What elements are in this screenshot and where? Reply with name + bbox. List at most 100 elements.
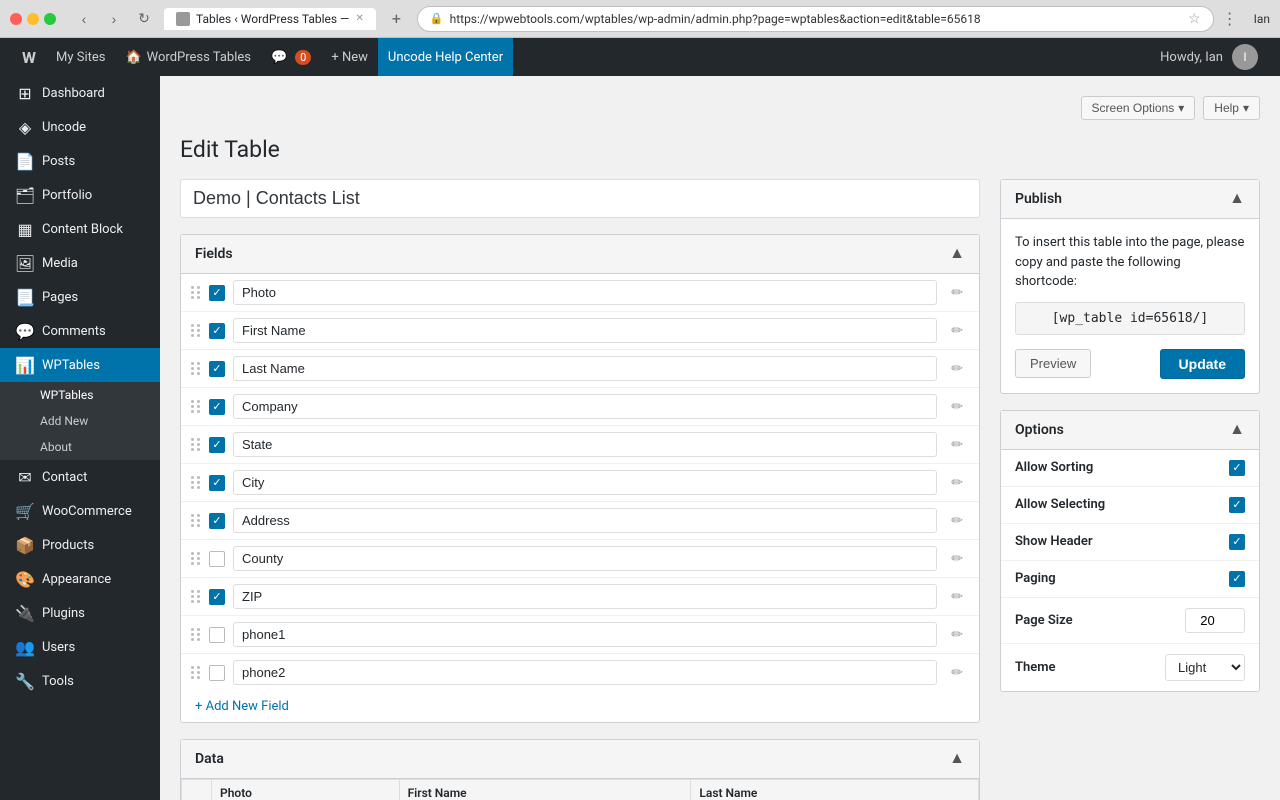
- table-name-input[interactable]: [180, 179, 980, 218]
- field-name-phone1[interactable]: [233, 622, 937, 647]
- help-button[interactable]: Help ▾: [1203, 96, 1260, 120]
- field-edit-button[interactable]: ✏: [945, 472, 969, 493]
- field-edit-button[interactable]: ✏: [945, 320, 969, 341]
- drag-handle[interactable]: [191, 324, 201, 337]
- field-checkbox-phone2[interactable]: [209, 665, 225, 681]
- paging-checkbox[interactable]: [1229, 571, 1245, 587]
- field-edit-button[interactable]: ✏: [945, 662, 969, 683]
- sidebar-item-dashboard[interactable]: ⊞ Dashboard: [0, 76, 160, 110]
- theme-select[interactable]: Light Dark Default: [1165, 654, 1245, 681]
- drag-handle[interactable]: [191, 628, 201, 641]
- howdy-item[interactable]: Howdy, Ian I: [1150, 38, 1268, 76]
- field-name-firstname[interactable]: [233, 318, 937, 343]
- sidebar-item-wptables[interactable]: 📊 WPTables: [0, 348, 160, 382]
- field-edit-button[interactable]: ✏: [945, 586, 969, 607]
- sidebar-item-media[interactable]: 🖼 Media: [0, 246, 160, 280]
- sidebar-item-tools[interactable]: 🔧 Tools: [0, 664, 160, 698]
- sidebar-item-pages[interactable]: 📃 Pages: [0, 280, 160, 314]
- add-new-field-link[interactable]: + Add New Field: [181, 691, 303, 722]
- bookmark-icon[interactable]: ☆: [1188, 11, 1201, 27]
- sidebar-item-users[interactable]: 👥 Users: [0, 630, 160, 664]
- back-button[interactable]: ‹: [72, 7, 96, 31]
- sidebar-item-uncode[interactable]: ◈ Uncode: [0, 110, 160, 144]
- data-section: Data ▲ Photo First Name Last Name: [180, 739, 980, 800]
- drag-handle[interactable]: [191, 666, 201, 679]
- field-edit-button[interactable]: ✏: [945, 396, 969, 417]
- refresh-button[interactable]: ↻: [132, 7, 156, 31]
- field-checkbox-firstname[interactable]: [209, 323, 225, 339]
- drag-handle[interactable]: [191, 286, 201, 299]
- drag-handle[interactable]: [191, 362, 201, 375]
- tab-close-button[interactable]: ✕: [355, 13, 363, 24]
- page-size-input[interactable]: [1185, 608, 1245, 633]
- sidebar-item-comments[interactable]: 💬 Comments: [0, 314, 160, 348]
- sidebar-item-plugins[interactable]: 🔌 Plugins: [0, 596, 160, 630]
- sidebar-item-appearance[interactable]: 🎨 Appearance: [0, 562, 160, 596]
- publish-collapse-button[interactable]: ▲: [1229, 190, 1245, 208]
- field-name-lastname[interactable]: [233, 356, 937, 381]
- allow-sorting-checkbox[interactable]: [1229, 460, 1245, 476]
- show-header-checkbox[interactable]: [1229, 534, 1245, 550]
- wp-logo-item[interactable]: W: [12, 38, 46, 76]
- sidebar-subitem-add-new[interactable]: Add New: [0, 408, 160, 434]
- drag-handle[interactable]: [191, 514, 201, 527]
- forward-button[interactable]: ›: [102, 7, 126, 31]
- field-edit-button[interactable]: ✏: [945, 434, 969, 455]
- field-checkbox-state[interactable]: [209, 437, 225, 453]
- field-checkbox-photo[interactable]: [209, 285, 225, 301]
- field-name-state[interactable]: [233, 432, 937, 457]
- my-sites-item[interactable]: My Sites: [46, 38, 115, 76]
- field-checkbox-company[interactable]: [209, 399, 225, 415]
- field-name-city[interactable]: [233, 470, 937, 495]
- address-bar[interactable]: 🔒 https://wpwebtools.com/wptables/wp-adm…: [417, 6, 1214, 32]
- shortcode-box[interactable]: [wp_table id=65618/]: [1015, 302, 1245, 335]
- field-name-zip[interactable]: [233, 584, 937, 609]
- drag-handle[interactable]: [191, 590, 201, 603]
- sidebar-item-products[interactable]: 📦 Products: [0, 528, 160, 562]
- field-checkbox-address[interactable]: [209, 513, 225, 529]
- field-edit-button[interactable]: ✏: [945, 548, 969, 569]
- field-name-address[interactable]: [233, 508, 937, 533]
- site-name-item[interactable]: 🏠 WordPress Tables: [115, 38, 261, 76]
- field-edit-button[interactable]: ✏: [945, 358, 969, 379]
- field-checkbox-zip[interactable]: [209, 589, 225, 605]
- new-item[interactable]: + New: [321, 38, 378, 76]
- drag-handle[interactable]: [191, 438, 201, 451]
- maximize-dot[interactable]: [44, 13, 56, 25]
- field-checkbox-phone1[interactable]: [209, 627, 225, 643]
- preview-button[interactable]: Preview: [1015, 349, 1091, 378]
- field-edit-button[interactable]: ✏: [945, 282, 969, 303]
- field-name-company[interactable]: [233, 394, 937, 419]
- allow-selecting-checkbox[interactable]: [1229, 497, 1245, 513]
- comments-item[interactable]: 💬 0: [261, 38, 321, 76]
- drag-handle[interactable]: [191, 400, 201, 413]
- sidebar-item-contact[interactable]: ✉ Contact: [0, 460, 160, 494]
- update-button[interactable]: Update: [1160, 349, 1245, 379]
- sidebar-item-portfolio[interactable]: 🗂 Portfolio: [0, 178, 160, 212]
- sidebar-item-woocommerce[interactable]: 🛒 WooCommerce: [0, 494, 160, 528]
- close-dot[interactable]: [10, 13, 22, 25]
- sidebar-item-content-block[interactable]: ▦ Content Block: [0, 212, 160, 246]
- browser-menu-icon[interactable]: ⋮: [1222, 9, 1238, 28]
- drag-handle[interactable]: [191, 552, 201, 565]
- field-name-phone2[interactable]: [233, 660, 937, 685]
- new-tab-button[interactable]: +: [384, 5, 409, 32]
- screen-options-button[interactable]: Screen Options ▾: [1081, 96, 1196, 120]
- browser-tab[interactable]: Tables ‹ WordPress Tables — ✕: [164, 8, 376, 30]
- data-collapse-button[interactable]: ▲: [949, 750, 965, 768]
- fields-collapse-button[interactable]: ▲: [949, 245, 965, 263]
- sidebar-subitem-wptables[interactable]: WPTables: [0, 382, 160, 408]
- field-edit-button[interactable]: ✏: [945, 510, 969, 531]
- field-name-photo[interactable]: [233, 280, 937, 305]
- field-edit-button[interactable]: ✏: [945, 624, 969, 645]
- minimize-dot[interactable]: [27, 13, 39, 25]
- sidebar-subitem-about[interactable]: About: [0, 434, 160, 460]
- sidebar-item-posts[interactable]: 📄 Posts: [0, 144, 160, 178]
- help-center-item[interactable]: Uncode Help Center: [378, 38, 513, 76]
- field-checkbox-county[interactable]: [209, 551, 225, 567]
- field-checkbox-city[interactable]: [209, 475, 225, 491]
- drag-handle[interactable]: [191, 476, 201, 489]
- field-checkbox-lastname[interactable]: [209, 361, 225, 377]
- field-name-county[interactable]: [233, 546, 937, 571]
- options-collapse-button[interactable]: ▲: [1229, 421, 1245, 439]
